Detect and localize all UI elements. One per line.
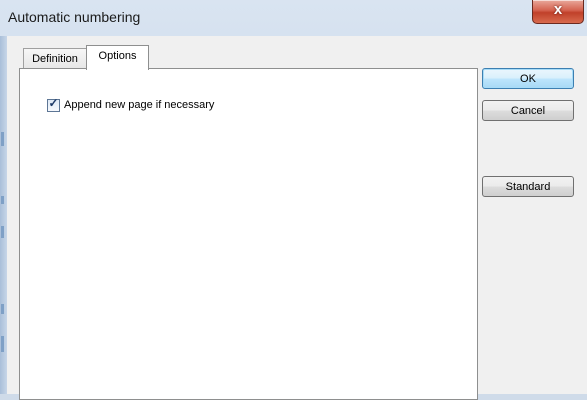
- tab-definition[interactable]: Definition: [23, 48, 87, 69]
- tab-options-label: Options: [98, 50, 137, 62]
- ok-button[interactable]: OK: [482, 68, 574, 89]
- append-page-checkbox[interactable]: ✓: [47, 95, 60, 112]
- dialog-window: Automatic numbering x Definition Options…: [0, 0, 587, 400]
- append-page-option[interactable]: ✓ Append new page if necessary: [47, 95, 214, 113]
- options-panel: [19, 68, 478, 400]
- window-title: Automatic numbering: [8, 9, 141, 25]
- close-button[interactable]: x: [532, 0, 584, 24]
- close-icon: x: [553, 1, 563, 18]
- tab-options[interactable]: Options: [86, 45, 149, 70]
- cancel-button[interactable]: Cancel: [482, 100, 574, 121]
- tab-definition-label: Definition: [32, 53, 78, 65]
- append-page-label[interactable]: Append new page if necessary: [64, 99, 214, 111]
- standard-button[interactable]: Standard: [482, 176, 574, 197]
- window-left-border: [0, 36, 7, 394]
- title-bar[interactable]: Automatic numbering x: [0, 0, 587, 36]
- checkmark-icon: ✓: [48, 95, 59, 110]
